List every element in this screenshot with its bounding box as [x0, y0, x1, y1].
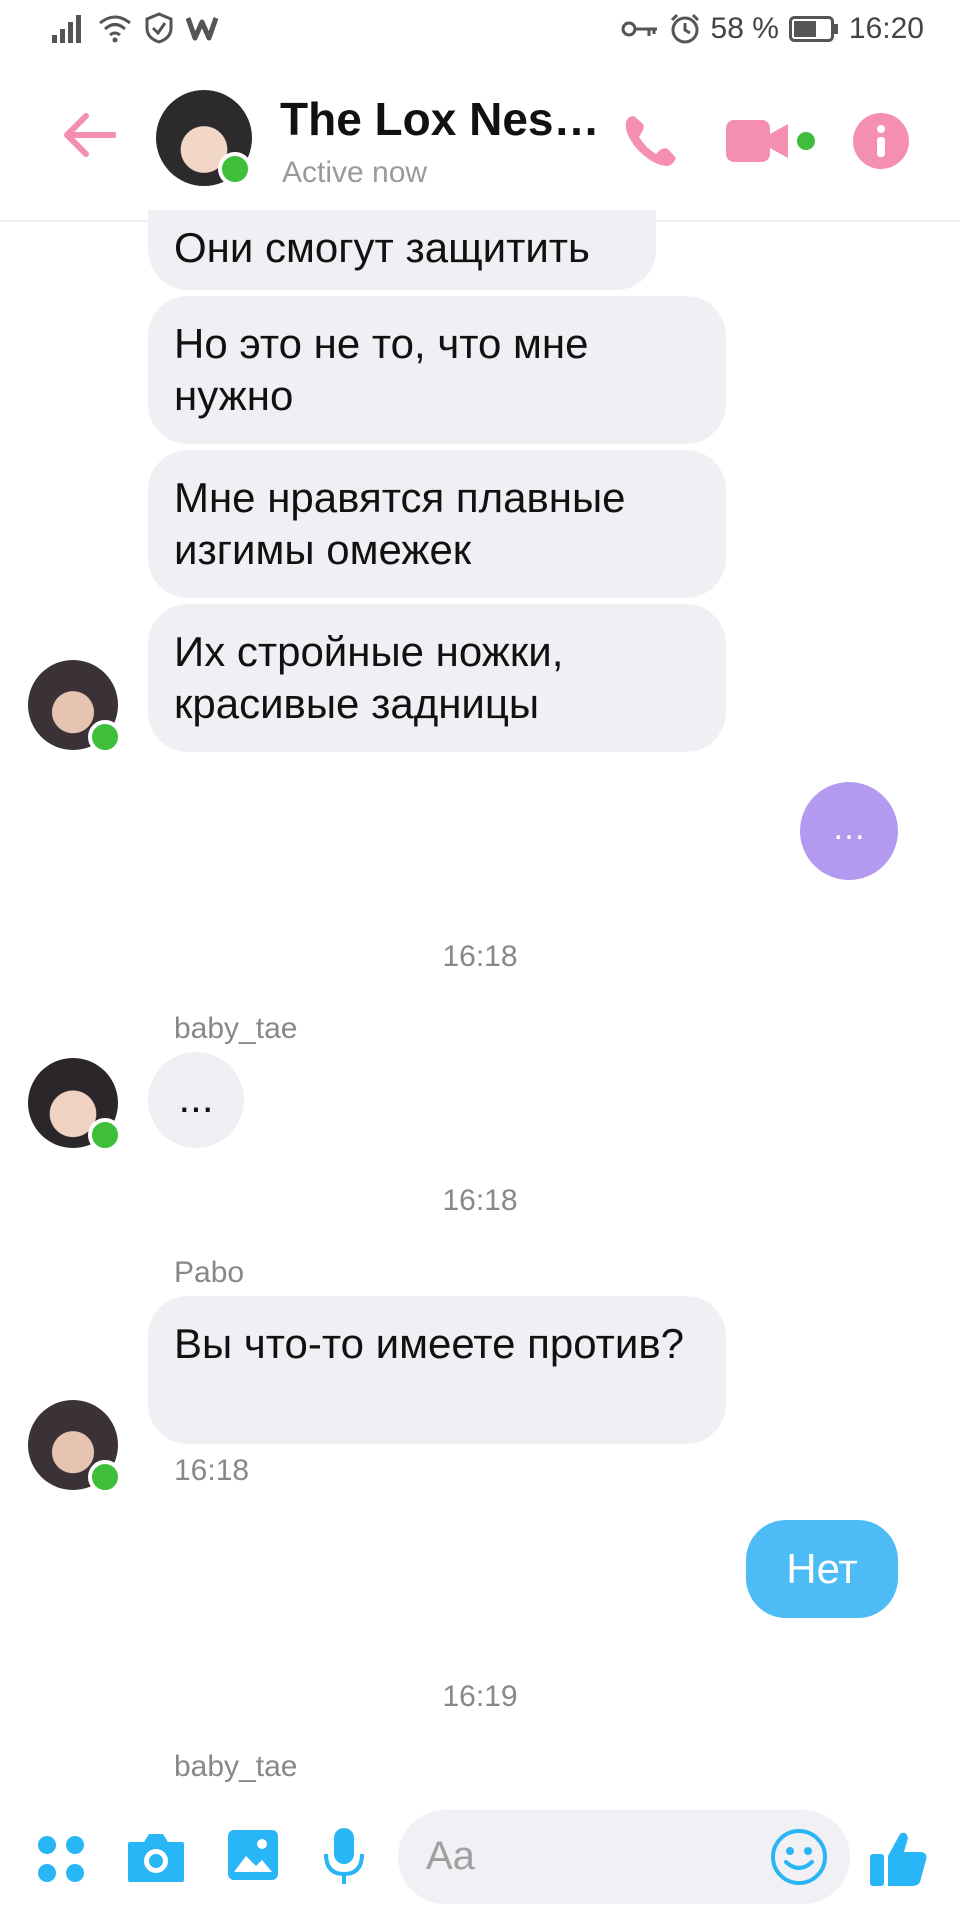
sender-avatar[interactable]	[28, 1058, 122, 1152]
w-app-icon	[186, 17, 218, 41]
message-bubble[interactable]: Мне нравятся плавные изгимы омежек	[148, 450, 726, 598]
back-arrow-icon[interactable]	[62, 112, 116, 158]
message-input[interactable]: Aa	[398, 1810, 850, 1904]
sender-name: baby_tae	[174, 1012, 298, 1045]
composer-bar: Aa	[0, 1788, 960, 1920]
message-bubble[interactable]: Они смогут защитить	[148, 210, 656, 290]
more-apps-icon[interactable]	[36, 1834, 86, 1884]
alarm-icon	[670, 13, 699, 44]
shield-icon	[145, 12, 173, 44]
message-bubble[interactable]: Вы что-то имеете против?	[148, 1296, 726, 1444]
status-left-icons	[52, 12, 218, 44]
like-thumb-icon[interactable]	[868, 1828, 930, 1890]
message-bubble[interactable]: Но это не то, что мне нужно	[148, 296, 726, 444]
clock: 16:20	[848, 12, 924, 45]
typing-indicator: …	[800, 782, 898, 880]
sender-name: Pabo	[174, 1256, 245, 1289]
conversation-title: The Lox Nes…	[280, 93, 600, 145]
message-bubble[interactable]: ...	[148, 1052, 244, 1148]
key-icon	[621, 21, 657, 37]
online-indicator	[88, 720, 122, 754]
emoji-icon[interactable]	[770, 1828, 828, 1886]
timestamp: 16:18	[442, 1184, 518, 1217]
timestamp: 16:18	[442, 940, 518, 973]
message-bubble[interactable]: Их стройные ножки, красивые задницы	[148, 604, 726, 752]
sender-avatar[interactable]	[28, 1400, 122, 1494]
camera-icon[interactable]	[126, 1830, 186, 1884]
wifi-icon	[99, 15, 131, 43]
message-time: 16:18	[174, 1454, 250, 1487]
battery-icon	[788, 16, 838, 42]
status-bar: 58 % 16:20	[0, 0, 960, 64]
info-icon[interactable]	[852, 112, 910, 170]
microphone-icon[interactable]	[322, 1826, 366, 1888]
sender-avatar[interactable]	[28, 660, 122, 754]
signal-icon	[52, 15, 81, 43]
contact-avatar[interactable]	[156, 90, 252, 186]
video-call-icon[interactable]	[726, 116, 816, 168]
sent-message-bubble[interactable]: Нет	[746, 1520, 898, 1618]
battery-percent: 58 %	[710, 12, 779, 45]
online-indicator	[88, 1460, 122, 1494]
sender-name: baby_tae	[174, 1750, 298, 1783]
online-indicator	[218, 152, 252, 186]
phone-icon[interactable]	[620, 112, 680, 172]
message-input-placeholder: Aa	[426, 1834, 475, 1878]
online-indicator	[88, 1118, 122, 1152]
conversation-header: The Lox Nes… Active now	[0, 64, 960, 222]
gallery-icon[interactable]	[226, 1828, 280, 1882]
active-status: Active now	[282, 156, 428, 189]
timestamp: 16:19	[442, 1680, 518, 1713]
status-right: 58 % 16:20	[621, 12, 924, 46]
